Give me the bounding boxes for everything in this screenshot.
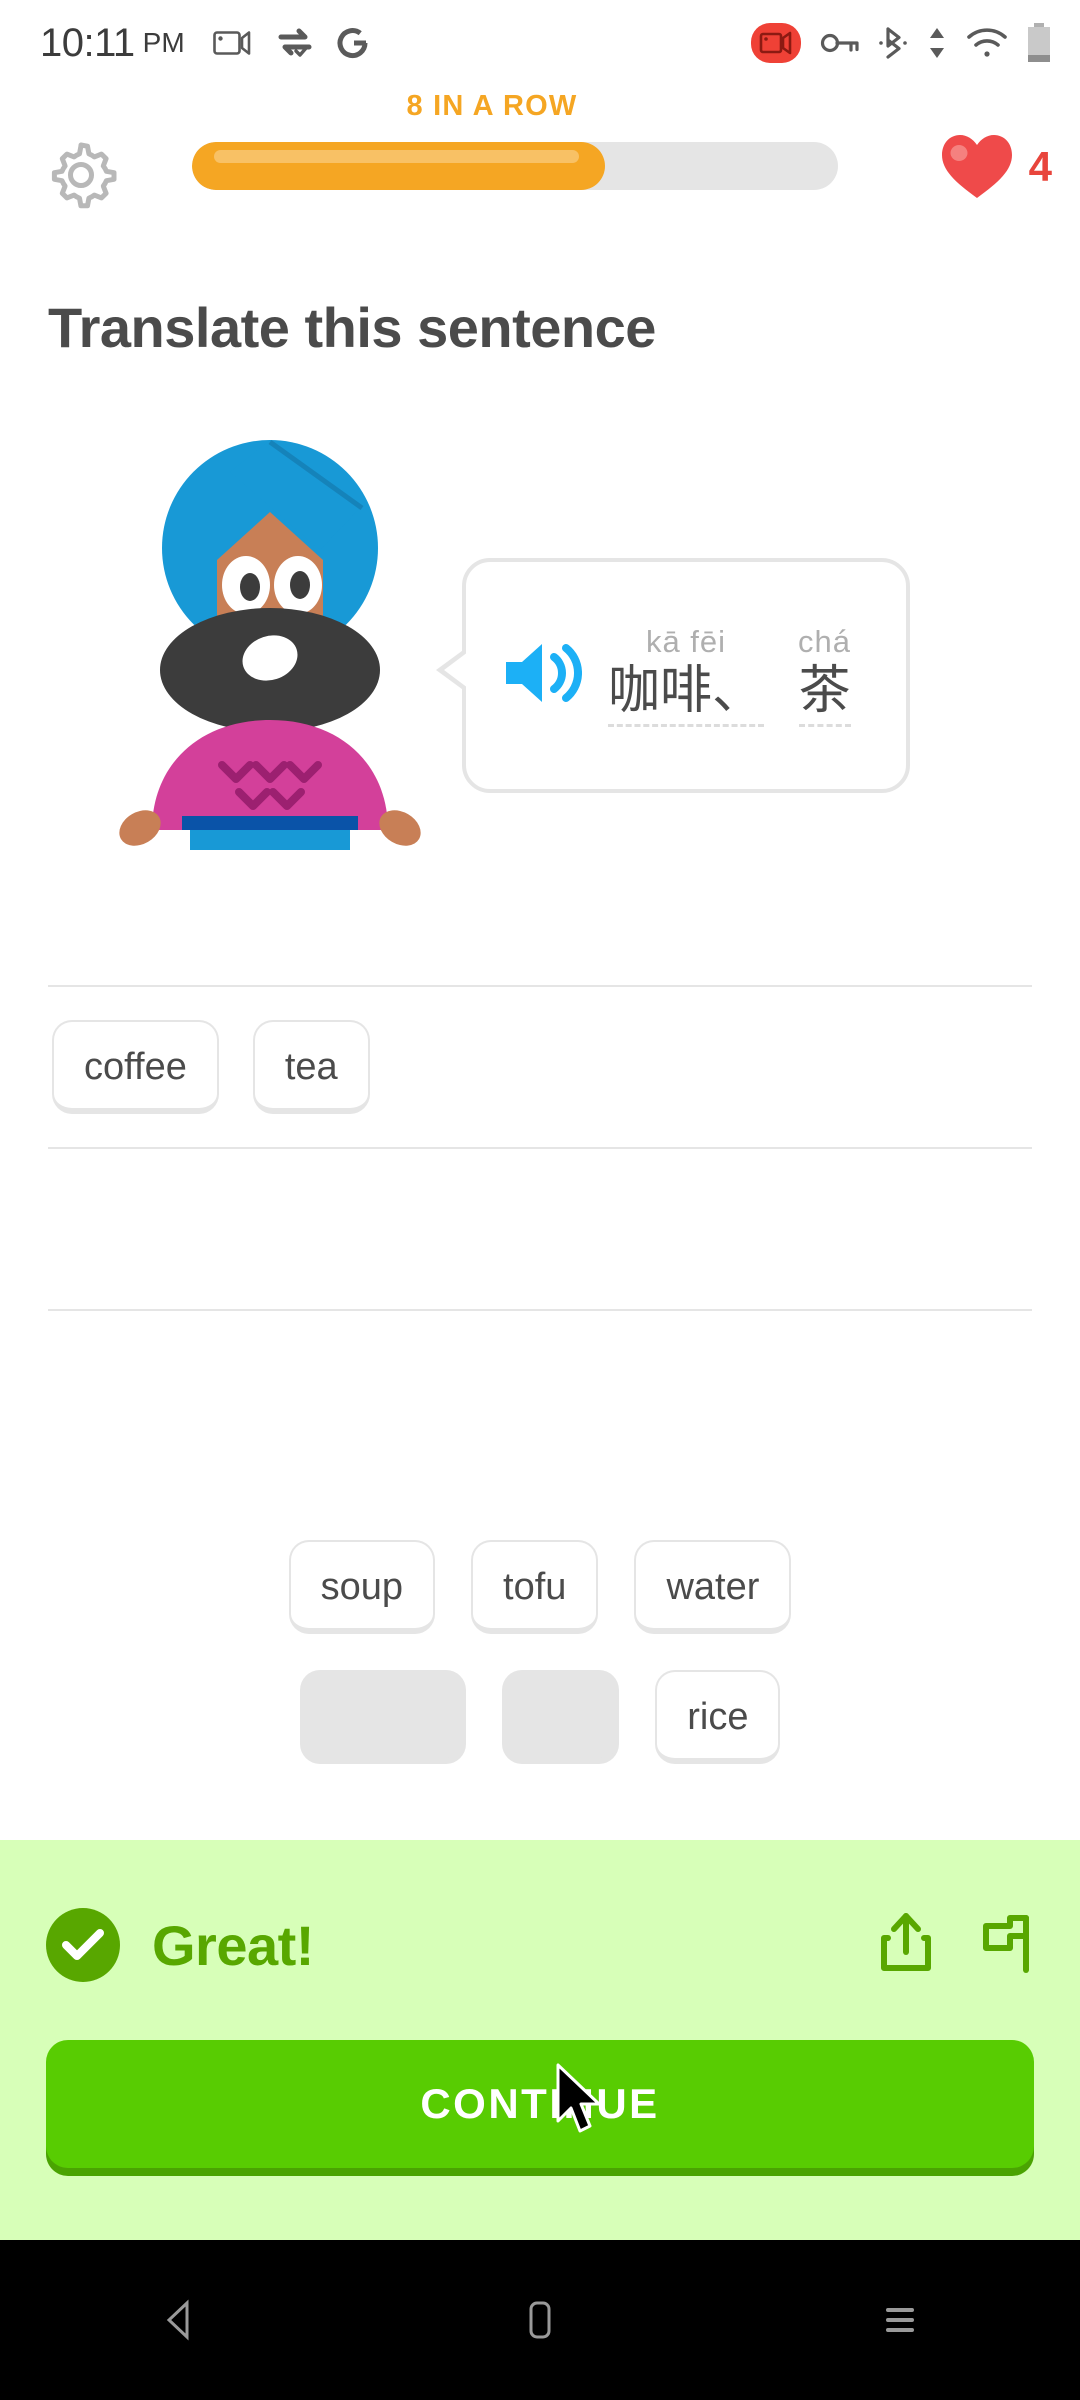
- speaker-icon[interactable]: [500, 638, 582, 713]
- word-bank-tile-rice[interactable]: rice: [655, 1670, 781, 1764]
- nav-back-button[interactable]: [100, 2240, 260, 2400]
- heart-icon: [941, 135, 1012, 198]
- word-group-1: kā fēi 咖啡、: [608, 623, 765, 728]
- battery-icon: [1028, 23, 1050, 62]
- vikram-character: [119, 439, 421, 850]
- lesson-top-bar: 8 IN A ROW 4: [0, 90, 1080, 228]
- lesson-progress-bar: [192, 142, 838, 190]
- share-button[interactable]: [876, 1910, 936, 1981]
- nav-recents-button[interactable]: [820, 2240, 980, 2400]
- status-bar: 10:11 PM: [0, 0, 1080, 86]
- word-bank-tile-coffee-used: coffee: [299, 1670, 467, 1764]
- check-circle-icon: [46, 1908, 120, 1982]
- flag-report-icon: [983, 1914, 1029, 1973]
- status-bar-time: 10:11: [40, 20, 135, 65]
- app-screen: 10:11 PM 8 IN A ROW 4 Translate this sen…: [0, 0, 1080, 2400]
- report-button[interactable]: [974, 1910, 1034, 1981]
- page-title: Translate this sentence: [48, 296, 656, 359]
- answer-line-divider: [48, 1309, 1032, 1311]
- word-bank-tile-soup[interactable]: soup: [288, 1540, 436, 1634]
- word-bank[interactable]: soup tofu water coffee tea rice: [0, 1540, 1080, 1800]
- progress-gloss: [214, 150, 580, 163]
- screen-record-icon: [751, 23, 801, 63]
- streak-label: 8 IN A ROW: [406, 90, 578, 122]
- recents-lines-icon: [886, 2308, 914, 2332]
- continue-button[interactable]: CONTINUE: [46, 2040, 1034, 2168]
- google-icon: [337, 28, 368, 59]
- answer-tile[interactable]: tea: [252, 1020, 370, 1114]
- result-text: Great!: [152, 1913, 314, 1977]
- speaker-waves-icon: [506, 644, 582, 702]
- settings-button[interactable]: [42, 136, 120, 219]
- hearts-indicator[interactable]: 4: [939, 132, 1052, 202]
- pinyin-1: kā fēi: [645, 623, 727, 659]
- word-bank-tile-tea-used: tea: [502, 1670, 620, 1764]
- share-icon: [881, 1912, 931, 1971]
- status-bar-ampm: PM: [142, 27, 185, 58]
- speech-bubble[interactable]: kā fēi 咖啡、 chá 茶: [436, 558, 910, 793]
- pinyin-2: chá: [798, 623, 851, 659]
- hanzi-2: 茶: [798, 664, 851, 728]
- wifi-icon: [967, 28, 1007, 57]
- word-bank-tile-water[interactable]: water: [634, 1540, 792, 1634]
- result-footer: Great! CONTINUE: [0, 1840, 1080, 2240]
- word-bank-row: soup tofu water: [0, 1540, 1080, 1634]
- vpn-key-icon: [820, 33, 859, 53]
- status-bar-right-icons: [750, 21, 1052, 65]
- back-triangle-icon: [166, 2299, 189, 2341]
- data-transfer-icon: [930, 28, 944, 58]
- lesson-progress-fill: [192, 142, 606, 190]
- home-rect-icon: [529, 2301, 551, 2339]
- bubble-text: kā fēi 咖啡、 chá 茶: [608, 624, 851, 728]
- check-mark-icon: [62, 1929, 104, 1960]
- status-bar-left-icons: [212, 26, 369, 60]
- hanzi-1: 咖啡、: [608, 664, 765, 728]
- nav-home-button[interactable]: [460, 2240, 620, 2400]
- android-nav-bar: [0, 2240, 1080, 2400]
- answer-area[interactable]: coffee tea: [48, 985, 1032, 1311]
- exercise-illustration-area: kā fēi 咖啡、 chá 茶: [0, 430, 1080, 990]
- answer-tile[interactable]: coffee: [52, 1020, 219, 1114]
- word-group-2: chá 茶: [798, 624, 851, 728]
- screen-cast-icon: [212, 31, 250, 55]
- word-bank-tile-tofu[interactable]: tofu: [471, 1540, 599, 1634]
- word-bank-row: coffee tea rice: [0, 1670, 1080, 1764]
- answer-row-filled[interactable]: coffee tea: [48, 987, 1032, 1147]
- result-header: Great!: [46, 1908, 1034, 1982]
- hearts-count: 4: [1028, 143, 1052, 190]
- vpn-sync-icon: [278, 28, 312, 57]
- answer-row-empty[interactable]: [48, 1149, 1032, 1309]
- bluetooth-icon: [879, 27, 907, 59]
- gear-icon: [51, 142, 117, 209]
- footer-actions: [876, 1910, 1034, 1981]
